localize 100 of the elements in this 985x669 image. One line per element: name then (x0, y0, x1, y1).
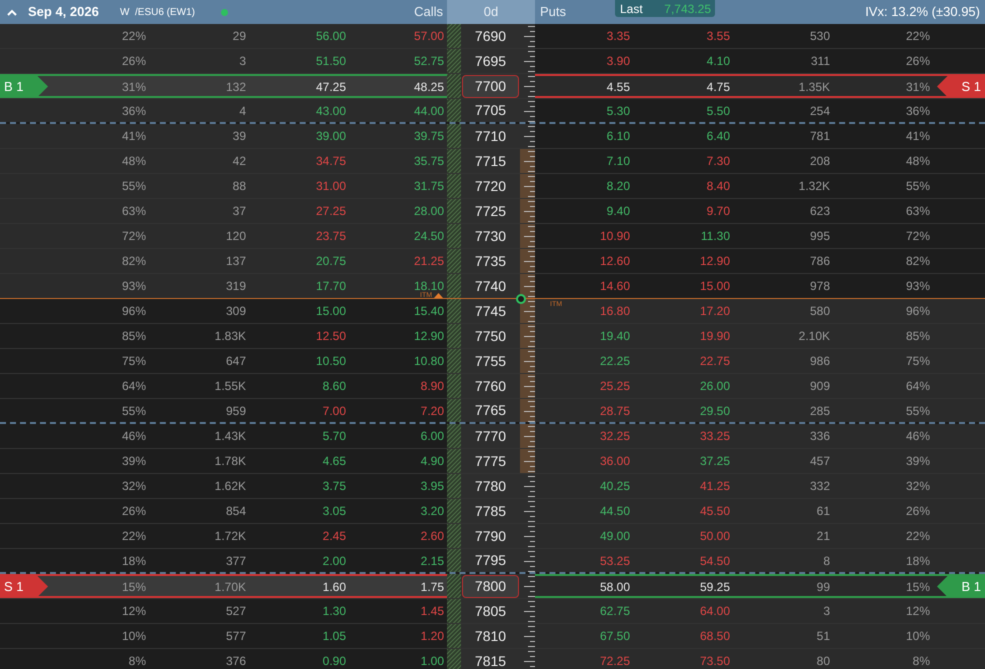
bid-price: 0.90 (322, 654, 346, 668)
strike-price: 7745 (474, 302, 506, 320)
implied-volatility: 31% (906, 80, 930, 94)
implied-volatility: 22% (122, 529, 146, 543)
bid-price: 10.50 (316, 354, 346, 368)
bid-price: 34.75 (316, 154, 346, 168)
implied-volatility: 93% (122, 279, 146, 293)
bid-price: 27.25 (316, 204, 346, 218)
ask-price: 73.50 (700, 654, 730, 668)
strike-price: 7730 (474, 226, 506, 246)
ask-price: 39.75 (414, 129, 444, 143)
bid-price: 19.40 (600, 329, 630, 343)
strike-price: 7805 (474, 602, 506, 620)
implied-volatility: 26% (906, 54, 930, 68)
implied-volatility: 18% (122, 554, 146, 568)
volume: 3 (823, 604, 830, 618)
strike-price: 7710 (474, 126, 506, 146)
hatched-strip (447, 374, 461, 398)
strike-price: 7705 (474, 101, 506, 120)
volume: 332 (810, 479, 830, 493)
implied-volatility: 22% (122, 29, 146, 43)
hatched-strip (447, 74, 461, 98)
volume: 319 (226, 279, 246, 293)
hatched-strip (447, 224, 461, 248)
volume: 2.10K (798, 329, 830, 343)
implied-volatility: 63% (906, 204, 930, 218)
implied-volatility: 96% (906, 304, 930, 318)
implied-volatility: 72% (906, 229, 930, 243)
volume: 623 (810, 204, 830, 218)
bid-price: 5.70 (322, 429, 346, 443)
bid-price: 4.55 (606, 80, 630, 94)
ask-price: 2.60 (420, 529, 444, 543)
bid-price: 2.00 (322, 554, 346, 568)
strike-price: 7800 (462, 574, 520, 598)
strike-price: 7775 (474, 452, 506, 470)
bid-price: 3.90 (606, 54, 630, 68)
chevron-up-icon (7, 8, 17, 16)
implied-volatility: 15% (906, 580, 930, 594)
implied-volatility: 12% (122, 604, 146, 618)
volume: 3 (239, 54, 246, 68)
ask-price: 52.75 (414, 54, 444, 68)
hatched-strip (447, 524, 461, 548)
volume: 1.72K (214, 529, 246, 543)
implied-volatility: 26% (122, 54, 146, 68)
calls-label: Calls (414, 3, 444, 22)
implied-volatility: 12% (906, 604, 930, 618)
hatched-strip (447, 249, 461, 273)
implied-volatility: 31% (122, 80, 146, 94)
ivx-label: IVx: 13.2% (±30.95) (865, 3, 981, 22)
bid-price: 40.25 (600, 479, 630, 493)
hatched-strip (447, 199, 461, 223)
bid-price: 67.50 (600, 629, 630, 643)
bid-price: 62.75 (600, 604, 630, 618)
bid-price: 32.25 (600, 429, 630, 443)
strike-price: 7780 (474, 476, 506, 496)
symbol-label: W /ESU6 (EW1) (120, 6, 196, 20)
strike-price: 7715 (474, 152, 506, 170)
bid-price: 3.75 (322, 479, 346, 493)
ask-price: 50.00 (700, 529, 730, 543)
expiration-date: Sep 4, 2026 (28, 3, 100, 22)
hatched-strip (447, 49, 461, 73)
implied-volatility: 63% (122, 204, 146, 218)
implied-volatility: 82% (122, 254, 146, 268)
implied-volatility: 22% (906, 529, 930, 543)
ask-price: 33.25 (700, 429, 730, 443)
hatched-strip (447, 474, 461, 498)
implied-volatility: 32% (906, 479, 930, 493)
hatched-strip (447, 349, 461, 373)
strike-price: 7725 (474, 202, 506, 220)
ask-price: 5.50 (706, 104, 730, 118)
ask-price: 12.90 (700, 254, 730, 268)
ask-price: 17.20 (700, 304, 730, 318)
volume: 959 (226, 404, 246, 418)
hatched-strip (447, 424, 461, 448)
bid-price: 56.00 (316, 29, 346, 43)
volume: 854 (226, 504, 246, 518)
volume: 120 (226, 229, 246, 243)
volume: 1.32K (798, 179, 830, 193)
bid-price: 5.30 (606, 104, 630, 118)
bid-price: 31.00 (316, 179, 346, 193)
implied-volatility: 55% (906, 404, 930, 418)
bid-price: 12.50 (316, 329, 346, 343)
volume: 42 (232, 154, 246, 168)
ask-price: 3.55 (706, 29, 730, 43)
implied-volatility: 15% (122, 580, 146, 594)
ask-price: 9.70 (706, 204, 730, 218)
implied-volatility: 18% (906, 554, 930, 568)
strike-price: 7790 (474, 526, 506, 546)
last-label: Last (620, 0, 643, 18)
bid-price: 7.10 (606, 154, 630, 168)
ask-price: 64.00 (700, 604, 730, 618)
hatched-strip (447, 449, 461, 473)
volume: 781 (810, 129, 830, 143)
bid-price: 3.05 (322, 504, 346, 518)
volume: 254 (810, 104, 830, 118)
strike-price: 7810 (474, 626, 506, 646)
implied-volatility: 8% (912, 654, 930, 668)
ask-price: 57.00 (414, 29, 444, 43)
implied-volatility: 82% (906, 254, 930, 268)
position-tag: S 1 (937, 76, 985, 97)
